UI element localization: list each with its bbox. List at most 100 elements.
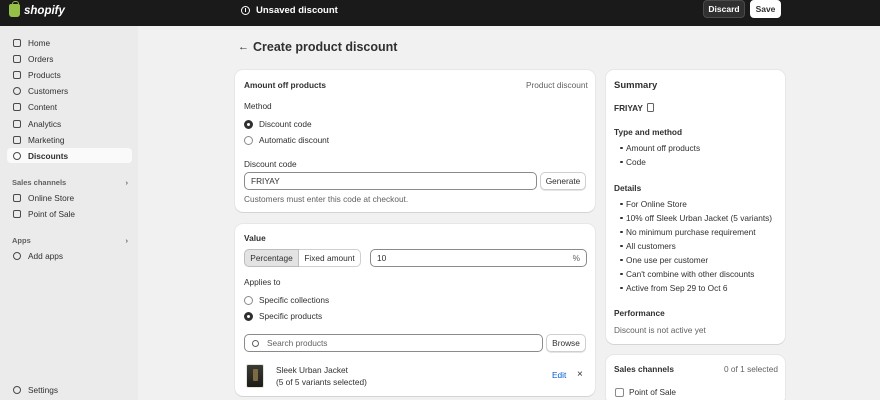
generate-button[interactable]: Generate (540, 172, 586, 190)
summary-title: Summary (614, 80, 658, 91)
type-method-title: Type and method (614, 127, 683, 137)
percent-suffix: % (572, 253, 580, 263)
copy-icon[interactable] (647, 103, 654, 112)
sidebar-item-label: Point of Sale (28, 208, 76, 219)
unsaved-status-text: Unsaved discount (256, 5, 338, 16)
shopify-logo[interactable]: shopify (9, 1, 65, 17)
sidebar-item-marketing[interactable]: Marketing (7, 132, 132, 147)
sidebar-item-orders[interactable]: Orders (7, 51, 132, 66)
fixed-amount-tab[interactable]: Fixed amount (299, 249, 361, 267)
sidebar-item-add-apps[interactable]: Add apps (7, 248, 132, 263)
sidebar-item-label: Marketing (28, 134, 65, 145)
summary-code: FRIYAY (614, 103, 643, 113)
shopify-bag-icon (9, 1, 20, 17)
analytics-icon (13, 119, 21, 128)
pos-icon (13, 209, 21, 218)
save-button[interactable]: Save (750, 0, 781, 18)
remove-product-icon[interactable]: × (577, 369, 583, 380)
product-name: Sleek Urban Jacket (276, 365, 348, 375)
sidebar-item-discounts[interactable]: Discounts (7, 148, 132, 163)
sidebar-item-label: Home (28, 37, 51, 48)
content-icon (13, 102, 21, 111)
search-products-input[interactable]: Search products (244, 334, 543, 352)
detail-item: For Online Store (620, 199, 687, 209)
plus-circle-icon (13, 251, 21, 260)
sidebar-item-label: Customers (28, 85, 69, 96)
back-arrow-icon[interactable]: ← (238, 41, 249, 53)
detail-item: Can't combine with other discounts (619, 269, 755, 279)
sidebar-item-label: Analytics (28, 118, 62, 129)
sidebar-item-label: Settings (28, 384, 58, 395)
sidebar-item-content[interactable]: Content (7, 99, 132, 114)
sales-channels-card-title: Sales channels (614, 364, 674, 374)
product-thumbnail (246, 364, 264, 388)
detail-item: One use per customer (619, 255, 709, 265)
apps-header[interactable]: Apps › (12, 236, 128, 245)
sidebar-item-settings[interactable]: Settings (7, 382, 132, 397)
value-input[interactable]: 10% (370, 249, 587, 267)
detail-item: 10% off Sleek Urban Jacket (5 variants) (619, 213, 773, 223)
radio-discount-code[interactable] (244, 120, 253, 129)
card-title: Amount off products (244, 80, 327, 90)
top-bar: shopify Unsaved discount Discard Save (0, 0, 880, 26)
page-title: Create product discount (253, 40, 398, 54)
discount-type: Product discount (526, 80, 588, 90)
point-of-sale-checkbox[interactable] (615, 388, 624, 397)
percentage-tab[interactable]: Percentage (244, 249, 299, 267)
alert-icon (241, 6, 250, 15)
detail-item: All customers (620, 241, 676, 251)
radio-specific-collections[interactable] (244, 296, 253, 305)
sidebar-item-analytics[interactable]: Analytics (7, 116, 132, 131)
sidebar-item-online-store[interactable]: Online Store (7, 190, 132, 205)
applies-to-label: Applies to (244, 277, 281, 287)
discount-code-label: Discount code (244, 159, 297, 169)
value-title: Value (244, 233, 266, 243)
person-icon (13, 86, 21, 95)
discount-icon (13, 151, 21, 160)
browse-button[interactable]: Browse (546, 334, 586, 352)
tag-icon (13, 70, 21, 79)
discard-button[interactable]: Discard (703, 0, 745, 18)
sidebar-item-products[interactable]: Products (7, 67, 132, 82)
sidebar-item-customers[interactable]: Customers (7, 83, 132, 98)
method-label: Method (244, 101, 272, 111)
edit-product-link[interactable]: Edit (552, 370, 566, 380)
unsaved-status: Unsaved discount (241, 5, 338, 16)
sidebar-item-label: Discounts (28, 150, 69, 161)
product-variants: (5 of 5 variants selected) (276, 377, 367, 387)
code-help-text: Customers must enter this code at checko… (244, 194, 409, 204)
logo-text: shopify (24, 4, 65, 17)
orders-icon (13, 54, 21, 63)
chevron-right-icon: › (125, 178, 129, 187)
value-amount: 10 (377, 253, 387, 263)
performance-text: Discount is not active yet (614, 325, 706, 335)
search-icon (252, 339, 259, 347)
point-of-sale-label[interactable]: Point of Sale (629, 387, 676, 397)
sidebar-item-point-of-sale[interactable]: Point of Sale (7, 206, 132, 221)
sales-channels-header[interactable]: Sales channels › (12, 178, 128, 187)
discount-code-input[interactable]: FRIYAY (244, 172, 537, 190)
detail-item: No minimum purchase requirement (620, 227, 756, 237)
discount-code-value: FRIYAY (251, 176, 280, 186)
type-item: Code (620, 157, 646, 167)
store-icon (13, 193, 21, 202)
radio-automatic-discount-label[interactable]: Automatic discount (259, 135, 329, 145)
sidebar-item-label: Online Store (28, 192, 75, 203)
sidebar-item-label: Products (28, 69, 61, 80)
type-item: Amount off products (619, 143, 701, 153)
search-placeholder: Search products (267, 338, 328, 348)
radio-specific-products-label[interactable]: Specific products (259, 311, 322, 321)
radio-specific-products[interactable] (244, 312, 253, 321)
radio-discount-code-label[interactable]: Discount code (259, 119, 312, 129)
sidebar-item-home[interactable]: Home (7, 35, 132, 50)
radio-specific-collections-label[interactable]: Specific collections (259, 295, 329, 305)
channels-selected-count: 0 of 1 selected (724, 364, 778, 374)
sales-channels-title: Sales channels (12, 178, 67, 187)
sidebar-item-label: Add apps (28, 250, 64, 261)
home-icon (13, 38, 21, 47)
chevron-right-icon: › (125, 236, 129, 245)
marketing-icon (13, 135, 21, 144)
radio-automatic-discount[interactable] (244, 136, 253, 145)
sidebar-item-label: Orders (28, 53, 54, 64)
gear-icon (13, 385, 21, 394)
